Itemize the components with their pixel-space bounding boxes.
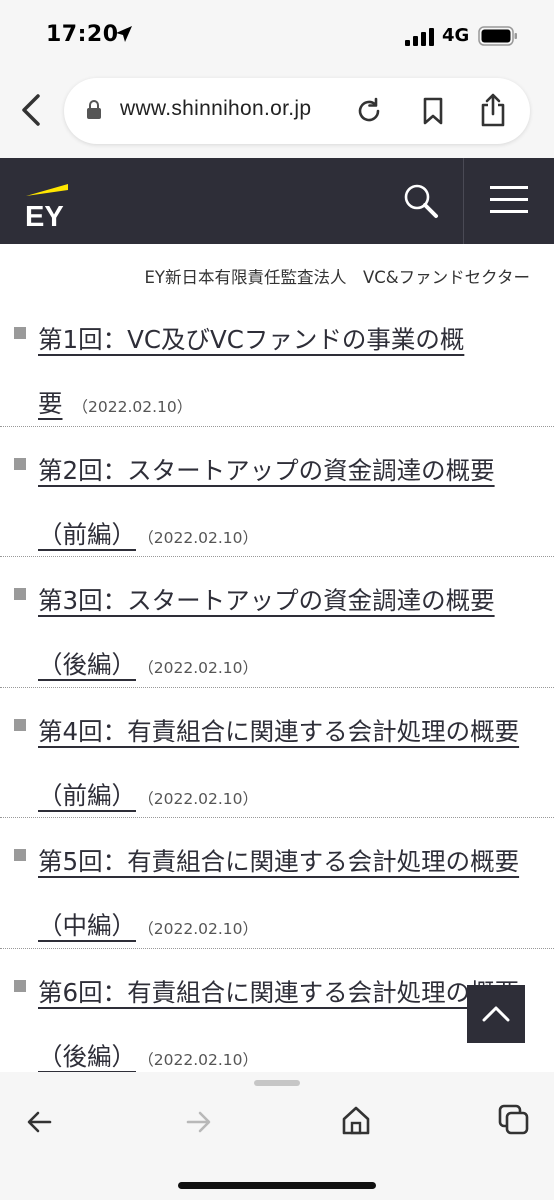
url-text[interactable]: www.shinnihon.or.jp [120, 97, 311, 121]
article-date: （2022.02.10） [72, 398, 193, 416]
back-arrow-icon[interactable] [26, 1108, 54, 1136]
list-item: 第1回：VC及びVCファンドの事業の概 要（2022.02.10） [0, 296, 554, 427]
article-date: （2022.02.10） [146, 789, 258, 808]
reload-icon[interactable] [354, 96, 384, 126]
tabs-icon[interactable] [498, 1104, 530, 1136]
battery-icon [478, 26, 517, 46]
bookmark-icon[interactable] [420, 96, 446, 126]
hamburger-menu-icon[interactable] [490, 186, 530, 218]
network-type: 4G [442, 25, 470, 46]
bullet-square-icon [14, 457, 26, 470]
article-link[interactable]: 第5回：有責組合に関連する会計処理の概要 （中編） （2022.02.10） [38, 830, 542, 961]
article-link[interactable]: 第4回：有責組合に関連する会計処理の概要 （前編） （2022.02.10） [38, 700, 542, 831]
search-icon[interactable] [400, 180, 442, 222]
share-icon[interactable] [478, 92, 508, 128]
list-item: 第5回：有責組合に関連する会計処理の概要 （中編） （2022.02.10） [0, 818, 554, 949]
location-arrow-icon [116, 26, 132, 42]
article-date: （2022.02.10） [146, 659, 258, 677]
status-time: 17:20 [46, 22, 119, 47]
bullet-square-icon [14, 588, 26, 600]
bullet-square-icon [14, 327, 26, 339]
scroll-to-top-button[interactable] [467, 985, 525, 1043]
article-link[interactable]: 第2回：スタートアップの資金調達の概要 （前編） （2022.02.10） [38, 439, 542, 570]
address-bar[interactable]: www.shinnihon.or.jp [64, 78, 530, 144]
byline: EY新日本有限責任監査法人 VC&ファンドセクター [144, 268, 530, 287]
forward-arrow-icon[interactable] [184, 1108, 212, 1136]
article-link[interactable]: 第1回：VC及びVCファンドの事業の概 要（2022.02.10） [38, 308, 542, 439]
back-chevron-icon[interactable] [14, 90, 50, 130]
article-date: （2022.02.10） [146, 1050, 258, 1069]
header-divider [463, 158, 464, 244]
article-list: 第1回：VC及びVCファンドの事業の概 要（2022.02.10） 第2回：スタ… [0, 296, 554, 1079]
browser-toolbar: www.shinnihon.or.jp [0, 70, 554, 158]
list-item: 第4回：有責組合に関連する会計処理の概要 （前編） （2022.02.10） [0, 688, 554, 818]
article-date: （2022.02.10） [146, 528, 258, 547]
status-bar: 17:20 4G [0, 0, 554, 70]
home-indicator [178, 1182, 376, 1189]
signal-icon [405, 28, 434, 46]
lock-icon [87, 100, 101, 119]
bullet-square-icon [14, 849, 26, 861]
svg-text:EY: EY [25, 201, 64, 230]
bullet-square-icon [14, 718, 26, 731]
sheet-grabber[interactable] [254, 1080, 300, 1086]
article-date: （2022.02.10） [146, 920, 258, 938]
article-link[interactable]: 第3回：スタートアップの資金調達の概要 （後編） （2022.02.10） [38, 569, 542, 700]
browser-bottom-bar [0, 1072, 554, 1200]
list-item: 第3回：スタートアップの資金調達の概要 （後編） （2022.02.10） [0, 557, 554, 688]
home-icon[interactable] [340, 1104, 372, 1136]
bullet-square-icon [14, 979, 26, 992]
site-header: EY [0, 158, 554, 244]
ey-logo[interactable]: EY [22, 174, 72, 230]
list-item: 第2回：スタートアップの資金調達の概要 （前編） （2022.02.10） [0, 427, 554, 557]
scroll-to-top-icon [482, 1006, 510, 1022]
